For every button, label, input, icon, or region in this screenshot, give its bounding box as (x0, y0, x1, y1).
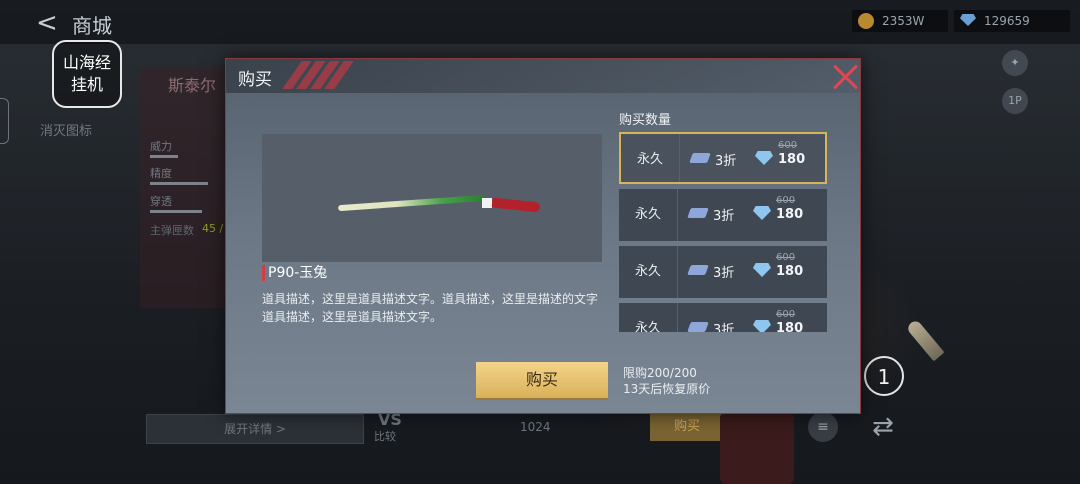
stat-power-bar (150, 155, 178, 158)
option-price: 180 (776, 264, 804, 279)
weapon-name-bg: 斯泰尔 (168, 76, 217, 95)
magazine-label: 主弹匣数 (150, 224, 194, 237)
item-preview (262, 134, 602, 262)
ticket-icon (687, 322, 709, 332)
option-duration: 永久 (619, 246, 678, 298)
gold-currency: 2353W (852, 10, 948, 32)
purchase-dialog: 购买 P90-玉兔 道具描述，这里是道具描述文字。道具描述，这里是描述的文字道具… (225, 58, 861, 414)
stat-accuracy-label: 精度 (150, 167, 172, 180)
back-button[interactable]: < (36, 8, 58, 38)
side-tab[interactable] (0, 98, 9, 144)
view-1p-button[interactable]: 1P (1002, 88, 1028, 114)
coin-icon (858, 13, 874, 29)
magazine-icon[interactable]: ≡ (808, 412, 838, 442)
stat-penetration-bar (150, 210, 202, 213)
dialog-title: 购买 (238, 70, 272, 90)
buy-button[interactable]: 购买 (476, 362, 608, 398)
swap-icon[interactable]: ⇄ (872, 412, 894, 442)
option-original-price: 600 (776, 195, 796, 206)
quantity-label: 购买数量 (619, 113, 672, 128)
close-icon[interactable] (830, 61, 860, 91)
item-description: 道具描述，这里是道具描述文字。道具描述，这里是描述的文字道具描述，这里是道具描述… (262, 292, 599, 324)
option-price: 180 (776, 207, 804, 222)
option-price: 180 (778, 152, 806, 167)
purchase-limit: 限购200/200 (623, 366, 697, 380)
gold-amount: 2353W (882, 14, 925, 28)
option-duration: 永久 (619, 303, 678, 332)
option-original-price: 600 (776, 252, 796, 263)
option-item[interactable]: 永久 3折 600 180 (619, 189, 827, 241)
weapon-info-panel (140, 68, 230, 308)
diamond-icon (755, 151, 773, 165)
settings-round-button[interactable]: ✦ (1002, 50, 1028, 76)
option-list[interactable]: 永久 3折 600 180 永久 3折 600 180 永久 3折 600 18… (619, 132, 829, 332)
diamond-currency: 129659 (954, 10, 1070, 32)
stat-penetration-label: 穿透 (150, 195, 172, 208)
price-restore-note: 13天后恢复原价 (623, 382, 711, 396)
watermark-line1: 山海经 (62, 53, 111, 72)
stat-accuracy-bar (150, 182, 208, 185)
ticket-icon (687, 208, 709, 218)
item-name: P90-玉兔 (262, 265, 327, 281)
knife-blade-image (337, 194, 487, 212)
count-circle[interactable]: 1 (864, 356, 904, 396)
diamond-icon (960, 14, 976, 26)
diamond-icon (753, 206, 771, 220)
stat-power-label: 威力 (150, 140, 172, 153)
ticket-icon (689, 153, 711, 163)
option-discount: 3折 (713, 266, 735, 281)
option-discount: 3折 (713, 209, 735, 224)
option-duration: 永久 (619, 189, 678, 241)
option-item[interactable]: 永久 3折 600 180 (619, 246, 827, 298)
knife-handle-image (491, 197, 541, 213)
option-discount: 3折 (715, 154, 737, 169)
page-title: 商城 (72, 14, 112, 38)
diamond-icon (753, 263, 771, 277)
diamond-icon (753, 320, 771, 332)
ticket-icon (687, 265, 709, 275)
option-item[interactable]: 永久 3折 600 180 (619, 132, 827, 184)
expand-details-button[interactable]: 展开详情 > (146, 414, 364, 444)
diamond-amount: 129659 (984, 14, 1030, 28)
eliminate-icon-label: 消灭图标 (40, 124, 93, 139)
weapon-model (720, 412, 794, 484)
option-discount: 3折 (713, 323, 735, 332)
watermark-badge: 山海经 挂机 (52, 40, 122, 108)
background-buy-button[interactable]: 购买 (650, 413, 724, 441)
background-price: 1024 (520, 420, 551, 434)
knife-guard-image (482, 198, 492, 208)
option-item[interactable]: 永久 3折 600 180 (619, 303, 827, 332)
magazine-value: 45 / (202, 222, 224, 235)
compare-label[interactable]: 比较 (374, 428, 396, 444)
option-price: 180 (776, 321, 804, 332)
dialog-header: 购买 (226, 59, 860, 93)
option-duration: 永久 (621, 134, 680, 182)
option-original-price: 600 (776, 309, 796, 320)
option-original-price: 600 (778, 140, 798, 151)
watermark-line2: 挂机 (70, 75, 103, 94)
